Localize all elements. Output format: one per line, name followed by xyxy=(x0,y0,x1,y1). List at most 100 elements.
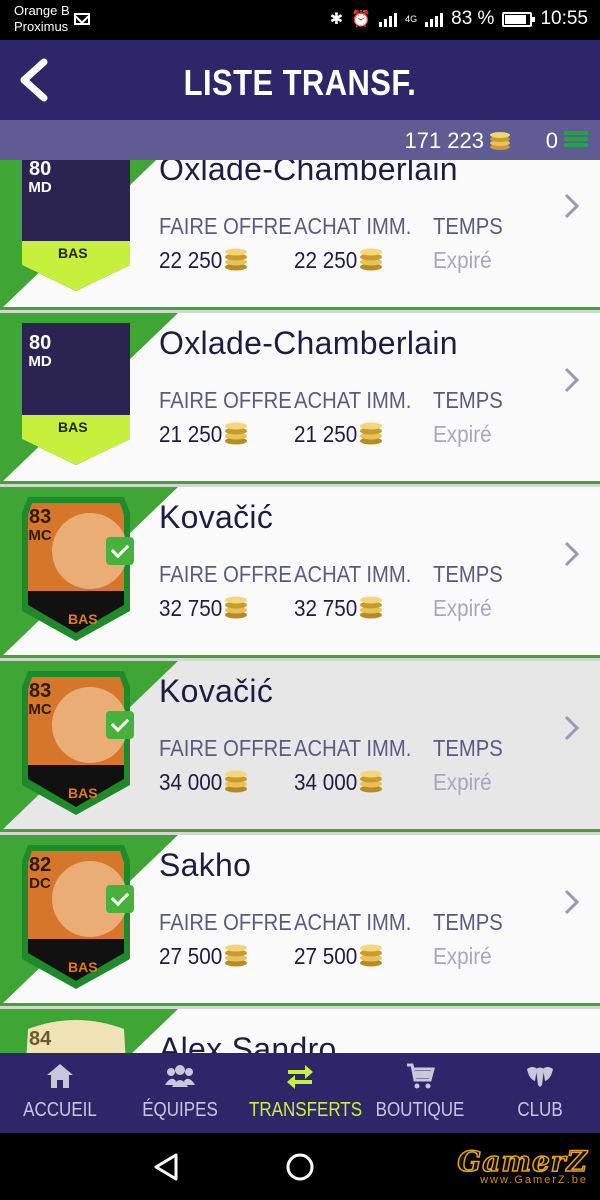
nav-label: BOUTIQUE xyxy=(375,1099,465,1121)
time-label: TEMPS xyxy=(433,387,503,413)
nav-item-boutique[interactable]: BOUTIQUE xyxy=(360,1053,480,1133)
battery-icon xyxy=(502,11,536,27)
carrier-line2: Proximus xyxy=(14,19,69,34)
nav-label: ACCUEIL xyxy=(23,1099,97,1121)
battery-percent: 83 % xyxy=(451,8,495,29)
card-position: MD xyxy=(28,353,52,370)
watermark: GamerZ www.GamerZ.be xyxy=(457,1144,588,1186)
coins-icon xyxy=(360,596,382,619)
clock: 10:55 xyxy=(540,8,588,29)
offer-value: 34 000 xyxy=(159,769,223,795)
checkmark-icon xyxy=(106,537,134,565)
chevron-right-icon[interactable] xyxy=(562,539,582,569)
carrier-info: Orange B Proximus xyxy=(14,3,70,35)
network-type: 4G xyxy=(405,13,418,24)
coins-icon xyxy=(225,596,247,619)
team-icon xyxy=(165,1065,195,1087)
coins-icon xyxy=(225,770,247,793)
list-item[interactable]: 84 Alex Sandro xyxy=(0,1009,600,1053)
nav-label: ÉQUIPES xyxy=(142,1099,218,1121)
status-indicators: ✱ ⏰ 4G 83 % 10:55 xyxy=(330,8,588,30)
coins-icon xyxy=(225,944,247,967)
card-rating: 82 xyxy=(29,854,52,876)
list-item[interactable]: 80 MD BAS Oxlade-Chamberlain FAIRE OFFRE… xyxy=(0,160,600,310)
buynow-label: ACHAT IMM. xyxy=(294,735,412,761)
chevron-right-icon[interactable] xyxy=(562,887,582,917)
player-name: Oxlade-Chamberlain xyxy=(159,160,458,187)
card-tag: BAS xyxy=(68,959,98,975)
coins-icon xyxy=(490,132,510,150)
bottom-nav: ACCUEIL ÉQUIPES TRANSFERTS BOUTIQUE CLUB xyxy=(0,1053,600,1133)
status-bar: Orange B Proximus ✱ ⏰ 4G 83 % 10:55 xyxy=(0,0,600,40)
nav-label: CLUB xyxy=(517,1099,563,1121)
time-value: Expiré xyxy=(433,769,492,795)
card-position: MC xyxy=(28,701,52,718)
card-rating: 83 xyxy=(29,680,52,702)
list-item[interactable]: 82 DC BAS Sakho FAIRE OFFRE ACHAT IMM. T… xyxy=(0,835,600,1006)
points-balance: 0 xyxy=(545,128,558,153)
card-rating: 80 xyxy=(29,160,52,180)
time-label: TEMPS xyxy=(433,561,503,587)
buynow-value: 27 500 xyxy=(294,943,358,969)
offer-label: FAIRE OFFRE xyxy=(159,387,292,413)
signal-icon xyxy=(379,11,398,27)
system-nav-bar: GamerZ www.GamerZ.be xyxy=(0,1133,600,1200)
player-name: Kovačić xyxy=(159,673,274,709)
offer-value: 32 750 xyxy=(159,595,223,621)
buynow-label: ACHAT IMM. xyxy=(294,561,412,587)
list-item-selected[interactable]: 83 MC BAS Kovačić FAIRE OFFRE ACHAT IMM.… xyxy=(0,661,600,832)
signal-icon-2 xyxy=(425,11,444,27)
club-icon xyxy=(527,1067,553,1087)
list-item[interactable]: 80 MD BAS Oxlade-Chamberlain FAIRE OFFRE… xyxy=(0,313,600,484)
list-item[interactable]: 83 MC BAS Kovačić FAIRE OFFRE ACHAT IMM.… xyxy=(0,487,600,658)
nav-item-accueil[interactable]: ACCUEIL xyxy=(0,1053,120,1133)
coins-icon xyxy=(360,944,382,967)
transfer-icon xyxy=(287,1065,313,1089)
offer-value: 22 250 xyxy=(159,247,223,273)
points-icon xyxy=(564,131,588,149)
card-rating: 83 xyxy=(29,506,52,528)
mail-icon xyxy=(74,13,90,25)
offer-value: 27 500 xyxy=(159,943,223,969)
offer-label: FAIRE OFFRE xyxy=(159,909,292,935)
player-name: Sakho xyxy=(159,847,252,883)
chevron-right-icon[interactable] xyxy=(562,365,582,395)
back-triangle-icon[interactable] xyxy=(152,1152,180,1182)
card-tag: BAS xyxy=(58,419,88,435)
time-value: Expiré xyxy=(433,943,492,969)
nav-item-transferts[interactable]: TRANSFERTS xyxy=(240,1053,363,1133)
coins-icon xyxy=(360,248,382,271)
offer-value: 21 250 xyxy=(159,421,223,447)
player-name: Alex Sandro xyxy=(159,1031,337,1053)
player-name: Kovačić xyxy=(159,499,274,535)
offer-label: FAIRE OFFRE xyxy=(159,735,292,761)
chevron-right-icon[interactable] xyxy=(562,191,582,221)
transfer-list[interactable]: 80 MD BAS Oxlade-Chamberlain FAIRE OFFRE… xyxy=(0,160,600,1053)
nav-label: TRANSFERTS xyxy=(249,1099,363,1121)
coins-balance: 171 223 xyxy=(404,128,484,153)
checkmark-icon xyxy=(106,711,134,739)
time-value: Expiré xyxy=(433,595,492,621)
buynow-value: 21 250 xyxy=(294,421,358,447)
carrier-line1: Orange B xyxy=(14,3,70,18)
buynow-value: 32 750 xyxy=(294,595,358,621)
nav-item-equipes[interactable]: ÉQUIPES xyxy=(120,1053,240,1133)
bluetooth-icon: ✱ xyxy=(329,11,344,28)
time-value: Expiré xyxy=(433,421,492,447)
card-rating: 84 xyxy=(29,1028,52,1050)
chevron-right-icon[interactable] xyxy=(562,713,582,743)
coins-icon xyxy=(360,770,382,793)
home-circle-icon[interactable] xyxy=(285,1152,315,1182)
card-tag: BAS xyxy=(58,245,88,261)
currency-bar: 171 223 0 xyxy=(0,120,600,160)
card-position: MD xyxy=(28,179,52,196)
nav-item-club[interactable]: CLUB xyxy=(480,1053,600,1133)
player-card: 83 MC BAS xyxy=(18,667,134,825)
player-card: 82 DC BAS xyxy=(18,841,134,999)
card-position: MC xyxy=(28,527,52,544)
coins-icon xyxy=(225,422,247,445)
time-label: TEMPS xyxy=(433,909,503,935)
buynow-label: ACHAT IMM. xyxy=(294,909,412,935)
player-card: 84 xyxy=(18,1015,134,1053)
buynow-value: 34 000 xyxy=(294,769,358,795)
